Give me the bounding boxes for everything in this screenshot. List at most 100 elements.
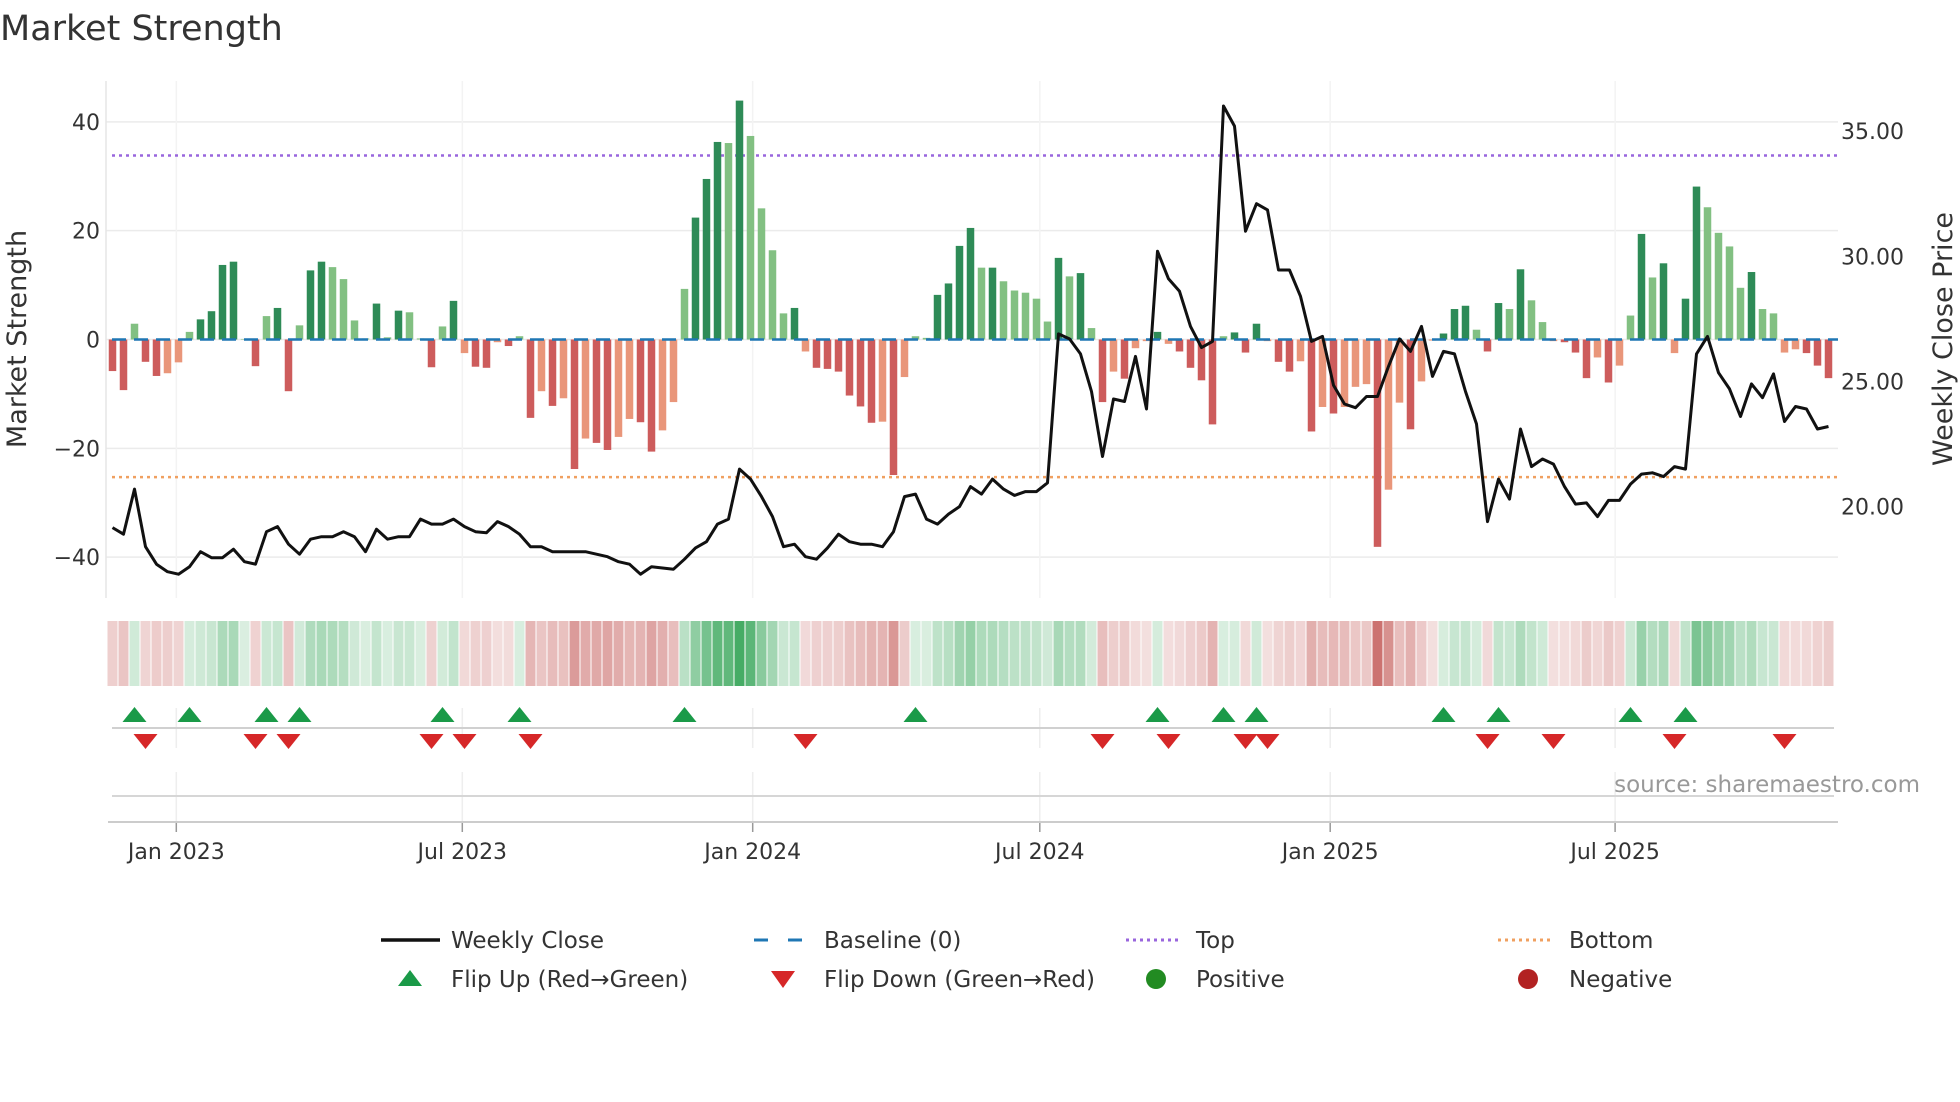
heatmap-cell (1515, 621, 1526, 686)
y-tick-label: −20 (54, 437, 100, 462)
heatmap-cell (1548, 621, 1559, 686)
flip-down-marker (452, 734, 477, 749)
heatmap-cell (1174, 621, 1185, 686)
heatmap-cell (1185, 621, 1196, 686)
heatmap-cell (712, 621, 723, 686)
heatmap-cell (1086, 621, 1097, 686)
heatmap-cell (250, 621, 261, 686)
strength-bar (779, 313, 788, 340)
strength-bar (1681, 298, 1690, 340)
strength-bar (1747, 272, 1756, 340)
heatmap-cell (811, 621, 822, 686)
strength-bar (1736, 287, 1745, 340)
legend-label: Flip Down (Green→Red) (824, 967, 1095, 993)
flip-down-marker (419, 734, 444, 749)
strength-bar (790, 307, 799, 340)
strength-bar (889, 339, 898, 476)
strength-bar (1307, 339, 1316, 432)
heatmap-cell (184, 621, 195, 686)
strength-bar (262, 316, 271, 340)
heatmap-cell (338, 621, 349, 686)
heatmap-cell (1471, 621, 1482, 686)
heatmap-cell (1449, 621, 1460, 686)
heatmap-cell (1119, 621, 1130, 686)
heatmap-cell (767, 621, 778, 686)
heatmap-cell (1526, 621, 1537, 686)
heatmap-cell (1790, 621, 1801, 686)
y-tick-label: −40 (54, 546, 100, 571)
heatmap-cell (899, 621, 910, 686)
heatmap-cell (1823, 621, 1834, 686)
y-tick-label: 40 (72, 111, 100, 136)
flip-down-marker (276, 734, 301, 749)
strength-bar (669, 339, 678, 403)
heatmap-cell (1460, 621, 1471, 686)
strength-heatmap-strip (107, 621, 1834, 686)
heatmap-cell (690, 621, 701, 686)
strength-bar (1043, 321, 1052, 340)
strength-bar (295, 325, 304, 340)
heatmap-cell (1229, 621, 1240, 686)
heatmap-cell (1328, 621, 1339, 686)
heatmap-cell (1581, 621, 1592, 686)
heatmap-cell (294, 621, 305, 686)
strength-bar (1703, 207, 1712, 340)
strength-bar (1758, 309, 1767, 340)
heatmap-cell (613, 621, 624, 686)
strength-bar (757, 208, 766, 340)
legend-positive-icon (1146, 969, 1166, 989)
heatmap-cell (624, 621, 635, 686)
heatmap-cell (1702, 621, 1713, 686)
chart-title: Market Strength (0, 9, 283, 49)
strength-bar (878, 339, 887, 422)
flip-down-marker (1541, 734, 1566, 749)
strength-bar (735, 100, 744, 340)
heatmap-cell (679, 621, 690, 686)
strength-bar (108, 339, 117, 372)
strength-bar (746, 135, 755, 340)
heatmap-cell (305, 621, 316, 686)
heatmap-cell (426, 621, 437, 686)
heatmap-cell (1405, 621, 1416, 686)
heatmap-cell (140, 621, 151, 686)
heatmap-cell (965, 621, 976, 686)
flip-up-marker (1211, 707, 1236, 722)
legend-flip-up-icon (398, 970, 422, 986)
strength-bar (1417, 339, 1426, 382)
heatmap-cell (1647, 621, 1658, 686)
strength-bar (482, 339, 491, 368)
heatmap-cell (1196, 621, 1207, 686)
heatmap-cell (558, 621, 569, 686)
heatmap-cell (668, 621, 679, 686)
flip-up-marker (1145, 707, 1170, 722)
strength-bar (1120, 339, 1129, 379)
heatmap-cell (437, 621, 448, 686)
strength-bar (900, 339, 909, 378)
heatmap-cell (283, 621, 294, 686)
strength-bar (1208, 339, 1217, 425)
legend-label: Bottom (1569, 928, 1653, 954)
flip-up-marker (122, 707, 147, 722)
heatmap-cell (745, 621, 756, 686)
heatmap-cell (1152, 621, 1163, 686)
strength-bar (1461, 305, 1470, 340)
strength-bars (108, 100, 1833, 547)
flip-down-marker (793, 734, 818, 749)
heatmap-cell (1735, 621, 1746, 686)
heatmap-cell (866, 621, 877, 686)
strength-bar (548, 339, 557, 406)
heatmap-cell (1394, 621, 1405, 686)
heatmap-cell (1801, 621, 1812, 686)
heatmap-cell (1636, 621, 1647, 686)
y-tick-label: 0 (86, 329, 100, 354)
strength-bar (163, 339, 172, 374)
flip-up-marker (430, 707, 455, 722)
heatmap-cell (1361, 621, 1372, 686)
flip-down-marker (1475, 734, 1500, 749)
heatmap-cell (1570, 621, 1581, 686)
strength-bar (427, 339, 436, 368)
strength-bar (1285, 339, 1294, 372)
heatmap-cell (1317, 621, 1328, 686)
strength-bar (636, 339, 645, 423)
strength-bar (1373, 339, 1382, 547)
